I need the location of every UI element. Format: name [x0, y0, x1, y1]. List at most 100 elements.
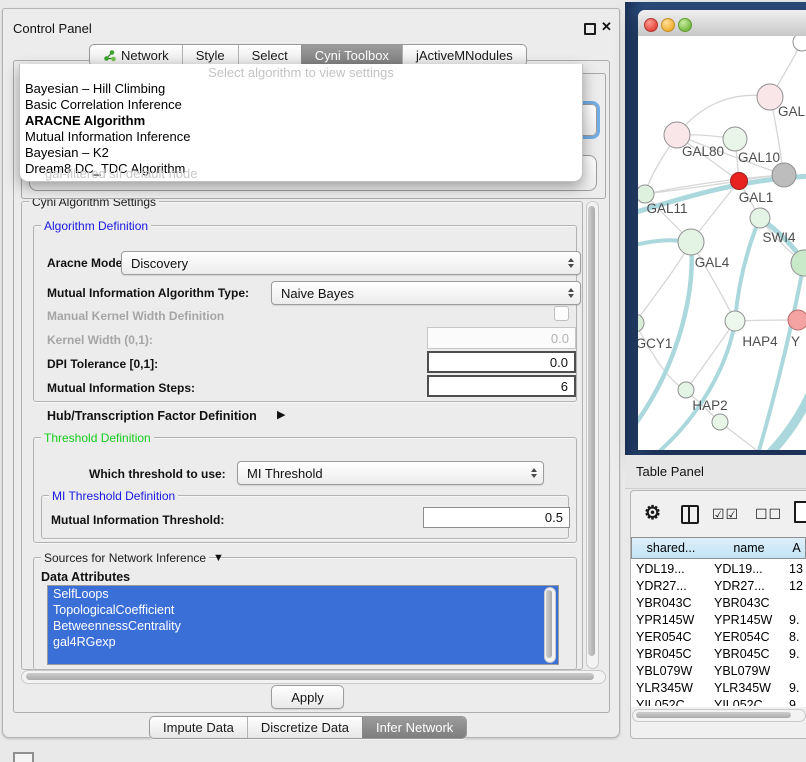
mi-steps-value: 6	[561, 379, 568, 394]
table-header-shared[interactable]: shared...	[631, 537, 711, 559]
network-icon	[103, 49, 116, 62]
column-header-label: name	[733, 541, 764, 555]
table-cell: YER054C	[631, 630, 711, 644]
table-cell: YDR27...	[711, 579, 787, 593]
aracne-mode-combobox[interactable]: Discovery	[121, 251, 581, 275]
attribute-list-item[interactable]: gal4RGexp	[48, 634, 558, 650]
tab-discretize-data[interactable]: Discretize Data	[247, 717, 362, 738]
algorithm-option[interactable]: ARACNE Algorithm	[20, 113, 582, 129]
algorithm-dropdown-list: Select algorithm to view settings Bayesi…	[19, 64, 583, 182]
table-header-name[interactable]: name	[710, 537, 789, 559]
kernel-width-field[interactable]: 0.0	[427, 327, 576, 349]
network-node-gal1[interactable]	[731, 173, 748, 190]
float-window-icon[interactable]	[584, 23, 596, 35]
data-attributes-label: Data Attributes	[41, 570, 130, 584]
table-header-extra[interactable]: A	[788, 537, 806, 559]
tab-label: Discretize Data	[261, 720, 349, 735]
apply-button[interactable]: Apply	[271, 685, 344, 709]
manual-kernel-label: Manual Kernel Width Definition	[47, 309, 224, 323]
tab-label: Impute Data	[163, 720, 234, 735]
split-columns-icon[interactable]	[681, 505, 699, 524]
tab-impute-data[interactable]: Impute Data	[150, 717, 247, 738]
table-cell: YBR043C	[711, 596, 787, 610]
manual-kernel-checkbox[interactable]	[554, 306, 569, 321]
algorithm-option[interactable]: Basic Correlation Inference	[20, 97, 582, 113]
algorithm-option[interactable]: Mutual Information Inference	[20, 129, 582, 145]
network-node-gal4[interactable]	[678, 229, 704, 255]
network-node-label: GAL11	[646, 201, 687, 216]
table-cell: YIL052C	[711, 698, 787, 707]
algorithm-option[interactable]: Bayesian – K2	[20, 145, 582, 161]
network-graph-canvas[interactable]: GALGAL80GAL10GAL1GAL11SWI4GAL4GCY1HAP4YH…	[638, 36, 806, 450]
network-node-label: GAL4	[695, 255, 730, 270]
table-row[interactable]: YPR145WYPR145W9.	[631, 611, 806, 628]
deselect-all-checkboxes-icon[interactable]: ☐☐	[755, 506, 782, 523]
window-minimize-icon[interactable]	[661, 18, 675, 32]
panel-title: Control Panel	[13, 21, 92, 36]
mi-steps-field[interactable]: 6	[427, 375, 576, 397]
network-window-titlebar[interactable]	[638, 10, 806, 37]
collapsed-arrow-icon[interactable]: ▶	[277, 408, 285, 421]
attribute-list-item[interactable]: TopologicalCoefficient	[48, 602, 558, 618]
tab-label: Network	[121, 48, 169, 63]
network-node-hap4[interactable]	[725, 311, 745, 331]
table-horizontal-scrollbar[interactable]	[632, 709, 806, 722]
settings-horizontal-scrollbar[interactable]	[21, 670, 606, 684]
table-row[interactable]: YIL052CYIL052C9	[631, 696, 806, 706]
window-close-icon[interactable]	[644, 18, 658, 32]
window-zoom-icon[interactable]	[678, 18, 692, 32]
network-node-gal10[interactable]	[723, 127, 747, 151]
table-row[interactable]: YBR045CYBR045C9.	[631, 645, 806, 662]
table-row[interactable]: YDR27...YDR27...12	[631, 577, 806, 594]
settings-vertical-scrollbar[interactable]	[586, 201, 599, 669]
table-row[interactable]: YDL19...YDL19...13	[631, 560, 806, 577]
network-window: GALGAL80GAL10GAL1GAL11SWI4GAL4GCY1HAP4YH…	[638, 10, 806, 450]
mi-steps-label: Mutual Information Steps:	[47, 381, 195, 395]
mi-threshold-field[interactable]: 0.5	[423, 507, 570, 528]
attribute-list-item[interactable]: SelfLoops	[48, 586, 558, 602]
dropdown-items: Bayesian – Hill ClimbingBasic Correlatio…	[20, 81, 582, 177]
select-all-checkboxes-icon[interactable]: ☑☑	[712, 506, 739, 523]
dropdown-hint: Select algorithm to view settings	[20, 64, 582, 81]
table-row[interactable]: YLR345WYLR345W9.	[631, 679, 806, 696]
table-row[interactable]: YBL079WYBL079W	[631, 662, 806, 679]
page-icon[interactable]	[794, 501, 806, 523]
mi-type-value: Naive Bayes	[281, 286, 354, 301]
table-cell: YER054C	[711, 630, 787, 644]
algorithm-option[interactable]: Bayesian – Hill Climbing	[20, 81, 582, 97]
dpi-tolerance-field[interactable]: 0.0	[427, 351, 576, 373]
data-attributes-list[interactable]: SelfLoopsTopologicalCoefficientBetweenne…	[47, 585, 559, 665]
kernel-width-value: 0.0	[551, 331, 569, 346]
network-node-label: HAP2	[692, 398, 727, 413]
mi-type-combobox[interactable]: Naive Bayes	[271, 281, 581, 305]
list-scrollbar[interactable]	[544, 587, 556, 663]
expanded-arrow-icon[interactable]: ▼	[213, 552, 224, 564]
network-node-y[interactable]	[788, 310, 806, 330]
tab-infer-network[interactable]: Infer Network	[362, 717, 466, 738]
which-threshold-combobox[interactable]: MI Threshold	[237, 461, 544, 485]
tab-jactivemnodules[interactable]: jActiveMNodules	[402, 45, 526, 66]
tab-style[interactable]: Style	[182, 45, 238, 66]
network-node-swi4[interactable]	[750, 208, 770, 228]
table-settings-gear-icon[interactable]: ⚙	[644, 502, 661, 525]
tab-select[interactable]: Select	[238, 45, 301, 66]
attribute-list-item[interactable]: BetweennessCentrality	[48, 618, 558, 634]
network-select-value: gal-filtered sif default node	[45, 166, 197, 181]
tab-network[interactable]: Network	[90, 45, 182, 66]
network-node[interactable]	[793, 36, 806, 51]
column-header-label: A	[792, 541, 800, 555]
network-node[interactable]	[772, 163, 796, 187]
table-cell: 13	[787, 562, 806, 576]
network-node[interactable]	[712, 414, 728, 430]
close-icon[interactable]: ✕	[601, 19, 612, 35]
tab-cyni-toolbox[interactable]: Cyni Toolbox	[301, 45, 402, 66]
table-row[interactable]: YBR043CYBR043C	[631, 594, 806, 611]
table-cell: YLR345W	[711, 681, 787, 695]
minimized-panel-icon[interactable]	[13, 752, 34, 762]
network-edge-thick	[735, 218, 760, 321]
attribute-list-item-partial[interactable]	[48, 650, 558, 664]
aracne-mode-label: Aracne Mode:	[47, 256, 126, 270]
network-node-gcy1[interactable]	[638, 314, 644, 332]
network-node-hap2[interactable]	[678, 382, 694, 398]
table-row[interactable]: YER054CYER054C8.	[631, 628, 806, 645]
